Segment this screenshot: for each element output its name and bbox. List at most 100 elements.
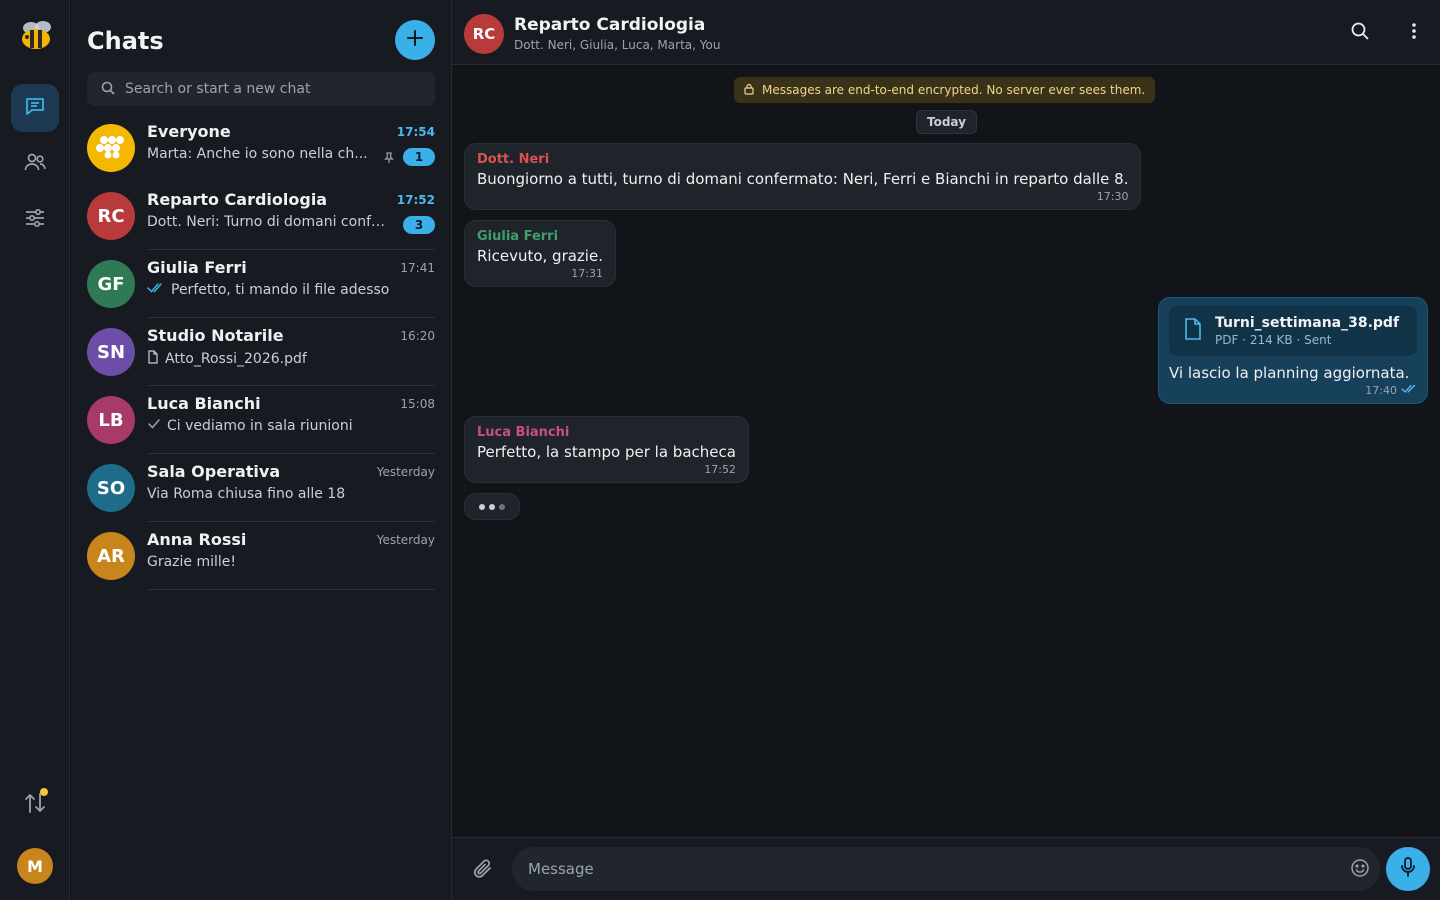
microphone-icon <box>1399 856 1417 882</box>
chat-item-luca-bianchi[interactable]: LB Luca Bianchi 15:08 Ci vediamo in sala… <box>87 386 435 454</box>
double-check-icon <box>1401 384 1417 397</box>
chat-time: Yesterday <box>376 465 435 479</box>
conversation-header: RC Reparto Cardiologia Dott. Neri, Giuli… <box>452 0 1440 65</box>
chat-name: Giulia Ferri <box>147 258 247 277</box>
group-avatar[interactable]: RC <box>464 14 504 54</box>
message-text: Perfetto, la stampo per la bacheca <box>477 443 736 461</box>
more-vertical-icon <box>1411 21 1417 45</box>
e2e-notice: Messages are end-to-end encrypted. No se… <box>734 77 1156 103</box>
message-bubble[interactable]: Dott. Neri Buongiorno a tutti, turno di … <box>464 143 1142 210</box>
people-icon <box>23 150 47 178</box>
search-icon <box>1350 21 1370 45</box>
file-name: Turni_settimana_38.pdf <box>1215 315 1400 331</box>
chat-item-anna-rossi[interactable]: AR Anna Rossi Yesterday Grazie mille! <box>87 522 435 590</box>
chat-item-sala-operativa[interactable]: SO Sala Operativa Yesterday Via Roma chi… <box>87 454 435 522</box>
message-input[interactable] <box>528 860 1328 878</box>
new-chat-button[interactable] <box>395 20 435 60</box>
message-time: 17:31 <box>571 267 603 280</box>
day-separator: Today <box>916 110 977 134</box>
chat-name: Luca Bianchi <box>147 394 261 413</box>
avatar <box>87 124 135 172</box>
chat-time: 17:54 <box>396 125 435 139</box>
message-text: Ricevuto, grazie. <box>477 247 603 265</box>
chat-preview: Ci vediamo in sala riunioni <box>147 418 435 434</box>
message-text: Buongiorno a tutti, turno di domani conf… <box>477 170 1129 188</box>
chat-time: 15:08 <box>400 397 435 411</box>
search-button[interactable] <box>1349 22 1371 44</box>
chat-time: 16:20 <box>400 329 435 343</box>
bee-logo-icon <box>17 18 55 54</box>
document-icon <box>1183 317 1203 345</box>
message-time: 17:40 <box>1169 384 1417 397</box>
search-icon <box>101 80 115 99</box>
search-box[interactable] <box>87 72 435 106</box>
message-input-box[interactable] <box>512 847 1380 891</box>
avatar: LB <box>87 396 135 444</box>
chats-title: Chats <box>87 27 164 55</box>
attach-button[interactable] <box>472 858 494 884</box>
chat-list-panel: Chats Everyone 17:54 Marta: Anche io son… <box>71 0 452 900</box>
sync-button[interactable] <box>22 788 48 816</box>
conversation-members: Dott. Neri, Giulia, Luca, Marta, You <box>514 38 721 52</box>
voice-record-button[interactable] <box>1386 847 1430 891</box>
double-check-icon <box>147 282 165 298</box>
avatar: AR <box>87 532 135 580</box>
divider <box>147 589 435 590</box>
message-text: Vi lascio la planning aggiornata. <box>1169 364 1410 382</box>
chat-time: 17:41 <box>400 261 435 275</box>
chat-name: Reparto Cardiologia <box>147 190 328 209</box>
message-time: 17:52 <box>704 463 736 476</box>
chat-item-reparto-cardiologia[interactable]: RC Reparto Cardiologia 17:52 Dott. Neri:… <box>87 182 435 250</box>
unread-badge: 3 <box>403 216 435 234</box>
typing-indicator <box>464 493 520 520</box>
message-sender: Giulia Ferri <box>477 229 559 244</box>
conversation-panel: RC Reparto Cardiologia Dott. Neri, Giuli… <box>452 0 1440 900</box>
message-bubble[interactable]: Luca Bianchi Perfetto, la stampo per la … <box>464 416 749 483</box>
pin-icon <box>383 149 395 168</box>
message-sender: Dott. Neri <box>477 152 550 167</box>
message-time: 17:30 <box>1096 190 1129 203</box>
contacts-nav-button[interactable] <box>11 140 59 188</box>
more-options-button[interactable] <box>1403 22 1425 44</box>
file-attachment[interactable]: Turni_settimana_38.pdf PDF · 214 KB · Se… <box>1169 306 1417 356</box>
file-meta: PDF · 214 KB · Sent <box>1215 333 1332 347</box>
nav-rail: M <box>0 0 70 900</box>
conversation-title[interactable]: Reparto Cardiologia <box>514 15 705 35</box>
message-sender: Luca Bianchi <box>477 425 570 440</box>
avatar: SO <box>87 464 135 512</box>
chat-item-giulia-ferri[interactable]: GF Giulia Ferri 17:41 Perfetto, ti mando… <box>87 250 435 318</box>
chat-preview: Perfetto, ti mando il file adesso <box>147 282 435 298</box>
search-input[interactable] <box>125 81 415 97</box>
chat-time: Yesterday <box>376 533 435 547</box>
avatar: GF <box>87 260 135 308</box>
chat-preview: Dott. Neri: Turno di domani confe... <box>147 214 387 230</box>
message-bubble-outgoing[interactable]: Turni_settimana_38.pdf PDF · 214 KB · Se… <box>1158 297 1428 404</box>
emoji-button[interactable] <box>1350 858 1370 882</box>
plus-icon <box>406 29 424 51</box>
smiley-icon <box>1350 859 1370 882</box>
my-avatar[interactable]: M <box>17 848 53 884</box>
chat-name: Anna Rossi <box>147 530 247 549</box>
sync-status-dot <box>40 788 48 796</box>
paperclip-icon <box>472 859 494 884</box>
avatar: RC <box>87 192 135 240</box>
composer <box>452 837 1440 900</box>
chat-name: Everyone <box>147 122 231 141</box>
sync-arrows-icon <box>22 793 48 820</box>
chats-nav-button[interactable] <box>11 84 59 132</box>
chat-item-everyone[interactable]: Everyone 17:54 Marta: Anche io sono nell… <box>87 114 435 182</box>
sliders-icon <box>23 206 47 234</box>
message-bubble[interactable]: Giulia Ferri Ricevuto, grazie. 17:31 <box>464 220 616 287</box>
honeycomb-icon <box>96 133 126 164</box>
chat-item-studio-notarile[interactable]: SN Studio Notarile 16:20 Atto_Rossi_2026… <box>87 318 435 386</box>
chat-name: Studio Notarile <box>147 326 284 345</box>
chat-bubble-icon <box>23 94 47 122</box>
settings-nav-button[interactable] <box>11 196 59 244</box>
check-icon <box>147 418 161 434</box>
lock-icon <box>744 83 754 98</box>
chat-preview: Via Roma chiusa fino alle 18 <box>147 486 346 502</box>
chat-preview: Marta: Anche io sono nella ch... <box>147 146 368 162</box>
file-icon <box>147 350 159 368</box>
chat-preview: Grazie mille! <box>147 554 237 570</box>
chat-name: Sala Operativa <box>147 462 281 481</box>
